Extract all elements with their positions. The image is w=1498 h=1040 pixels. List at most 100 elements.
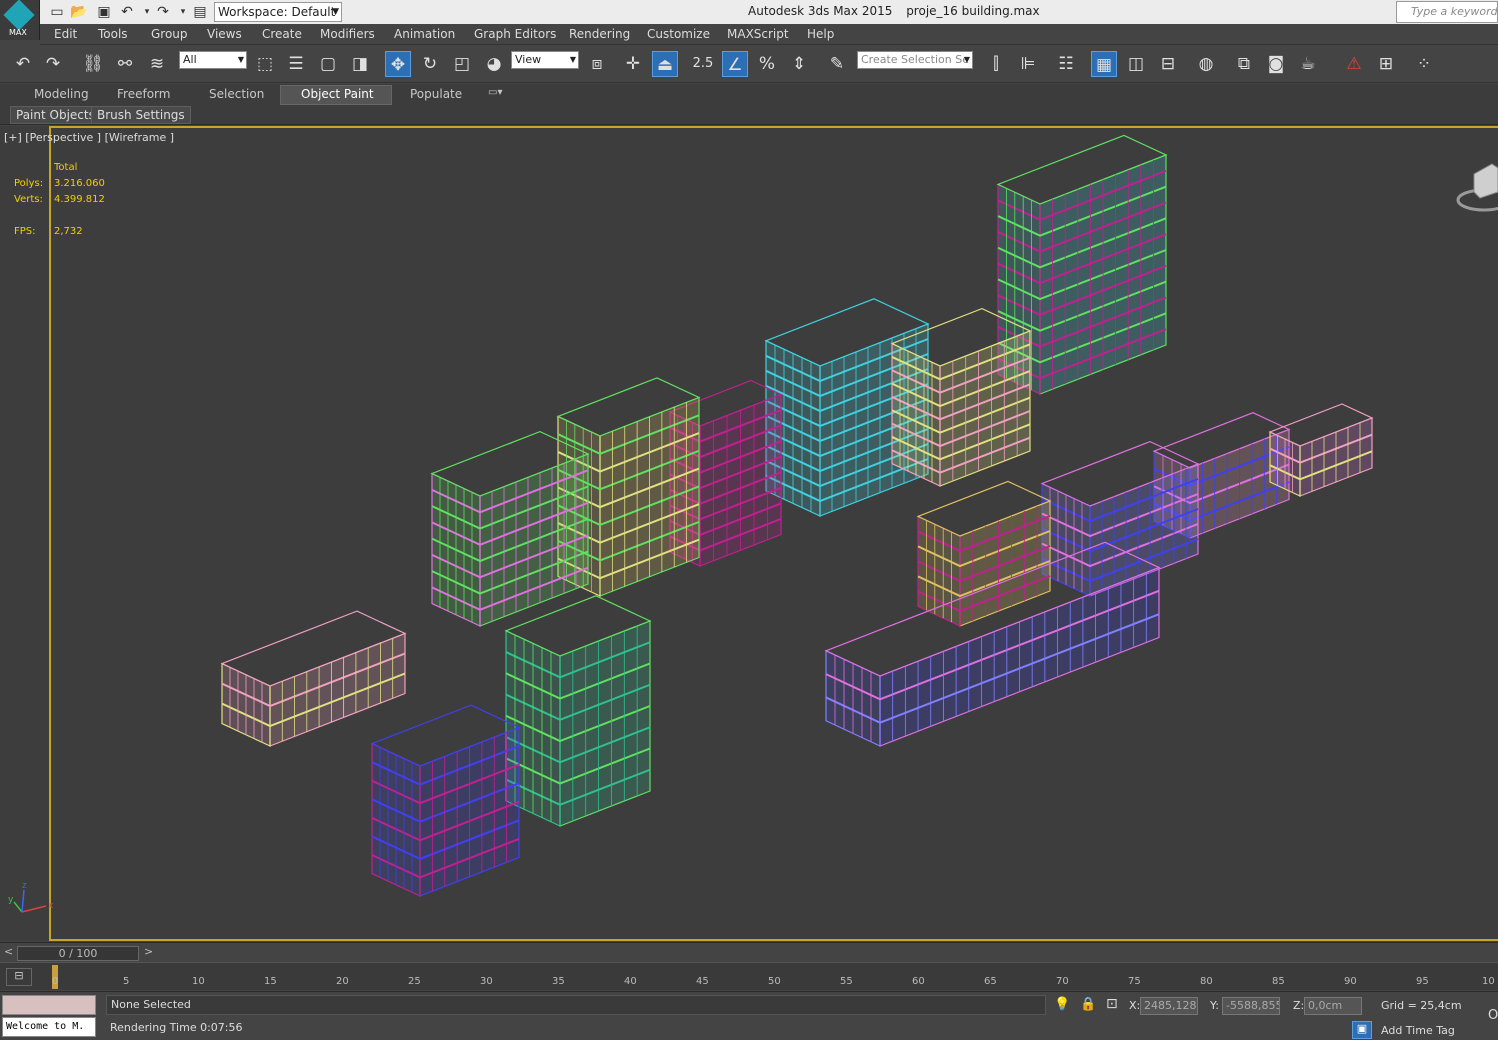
chevron-down-icon: ▼ xyxy=(963,55,970,64)
snaps-toggle-icon[interactable]: 2.5 xyxy=(690,51,716,77)
time-slider[interactable]: 0 / 100 xyxy=(17,946,139,961)
layer-manager-icon[interactable]: ☷ xyxy=(1053,51,1079,77)
render-setup-icon[interactable]: ⧉ xyxy=(1231,51,1257,77)
rendered-frame-window-icon[interactable]: ◙ xyxy=(1263,51,1289,77)
y-coordinate-field[interactable]: -5588,855c xyxy=(1222,997,1280,1015)
menu-help[interactable]: Help xyxy=(807,27,834,41)
tick-label: 15 xyxy=(264,976,277,987)
absolute-mode-transform-icon[interactable]: ⊡ xyxy=(1106,996,1118,1012)
menu-rendering[interactable]: Rendering xyxy=(569,27,630,41)
x-coordinate-field[interactable]: 2485,128c xyxy=(1140,997,1198,1015)
isolate-selection-icon[interactable]: 💡 xyxy=(1054,997,1070,1012)
building-roof-house[interactable] xyxy=(220,610,407,747)
menu-maxscript[interactable]: MAXScript xyxy=(727,27,789,41)
xref-icon[interactable]: ⚠ xyxy=(1341,51,1367,77)
select-and-move-icon[interactable]: ✥ xyxy=(385,51,411,77)
edit-named-selection-icon[interactable]: ✎ xyxy=(824,51,850,77)
render-production-icon[interactable]: ☕ xyxy=(1295,51,1321,77)
brush-settings-panel[interactable]: Brush Settings xyxy=(91,106,191,124)
menu-views[interactable]: Views xyxy=(207,27,242,41)
mini-curve-editor-icon[interactable]: ⊟ xyxy=(6,968,32,986)
wireframe-scene[interactable]: x yz xyxy=(0,126,1498,941)
new-file-icon[interactable]: ▭ xyxy=(48,3,66,21)
spinner-snap-icon[interactable]: ⇕ xyxy=(786,51,812,77)
search-input[interactable]: Type a keyword or xyxy=(1396,1,1498,23)
menu-modifiers[interactable]: Modifiers xyxy=(320,27,375,41)
tab-object-paint[interactable]: Object Paint xyxy=(301,87,374,101)
menu-tools[interactable]: Tools xyxy=(98,27,128,41)
building-orange-grid[interactable] xyxy=(916,480,1052,627)
particle-view-icon[interactable]: ⁘ xyxy=(1411,51,1437,77)
tab-selection[interactable]: Selection xyxy=(209,87,264,101)
redo-icon[interactable]: ↷ xyxy=(40,51,66,77)
ribbon-options-icon[interactable]: ▭▾ xyxy=(488,87,502,98)
time-slider-bar: < 0 / 100 > xyxy=(0,942,1498,962)
selection-lock-icon[interactable]: 🔒 xyxy=(1080,997,1096,1012)
viewport-label[interactable]: [+] [Perspective ] [Wireframe ] xyxy=(4,131,174,144)
next-frame-icon[interactable]: > xyxy=(144,945,153,958)
paint-objects-panel[interactable]: Paint Objects xyxy=(10,106,101,124)
pivot-center-icon[interactable]: ⧈ xyxy=(584,51,610,77)
maxscript-mini-listener-output[interactable] xyxy=(2,995,96,1015)
building-green-front[interactable] xyxy=(504,595,652,827)
manipulate-icon[interactable]: ✛ xyxy=(620,51,646,77)
previous-frame-icon[interactable]: < xyxy=(4,945,13,958)
select-by-name-icon[interactable]: ☰ xyxy=(283,51,309,77)
auto-key-icon[interactable]: O xyxy=(1488,1008,1498,1023)
undo-icon[interactable]: ↶ xyxy=(118,3,136,21)
tick-label: 10 xyxy=(192,976,205,987)
project-folder-icon[interactable]: ▤ xyxy=(191,3,209,21)
z-coordinate-field[interactable]: 0,0cm xyxy=(1304,997,1362,1015)
measure-distance-icon[interactable]: ⊞ xyxy=(1373,51,1399,77)
viewcube[interactable] xyxy=(1456,163,1498,212)
add-time-tag-button[interactable]: Add Time Tag xyxy=(1381,1024,1455,1037)
redo-icon[interactable]: ↷ xyxy=(154,3,172,21)
tab-modeling[interactable]: Modeling xyxy=(34,87,89,101)
open-file-icon[interactable]: 📂 xyxy=(70,3,88,21)
menu-group[interactable]: Group xyxy=(151,27,188,41)
tick-label: 35 xyxy=(552,976,565,987)
placement-icon[interactable]: ◕ xyxy=(481,51,507,77)
bind-space-warp-icon[interactable]: ≋ xyxy=(144,51,170,77)
select-and-link-icon[interactable]: ⛓ xyxy=(80,51,106,77)
unlink-icon[interactable]: ⚯ xyxy=(112,51,138,77)
menu-customize[interactable]: Customize xyxy=(647,27,710,41)
keyboard-shortcut-override-icon[interactable]: ⏏ xyxy=(652,51,678,77)
menu-create[interactable]: Create xyxy=(262,27,302,41)
graphite-ribbon-icon[interactable]: ▦ xyxy=(1091,51,1117,77)
mirror-icon[interactable]: ⫿ xyxy=(983,51,1009,77)
logo-label: MAX xyxy=(9,28,27,37)
menu-edit[interactable]: Edit xyxy=(54,27,77,41)
tab-freeform[interactable]: Freeform xyxy=(117,87,170,101)
app-logo-button[interactable]: MAX xyxy=(0,0,40,40)
time-tag-icon[interactable]: ▣ xyxy=(1352,1021,1372,1039)
select-object-icon[interactable]: ⬚ xyxy=(252,51,278,77)
align-icon[interactable]: ⊫ xyxy=(1015,51,1041,77)
rectangular-selection-icon[interactable]: ▢ xyxy=(315,51,341,77)
schematic-view-icon[interactable]: ⊟ xyxy=(1155,51,1181,77)
building-purple-front[interactable] xyxy=(370,704,521,897)
building-right-small-2[interactable] xyxy=(1268,403,1374,497)
material-editor-icon[interactable]: ◍ xyxy=(1193,51,1219,77)
window-crossing-icon[interactable]: ◨ xyxy=(347,51,373,77)
grid-size: Grid = 25,4cm xyxy=(1381,999,1462,1012)
named-selection-sets-dropdown[interactable]: Create Selection Se ▼ xyxy=(857,51,973,69)
percent-snap-icon[interactable]: % xyxy=(754,51,780,77)
selection-filter-dropdown[interactable]: All ▼ xyxy=(179,51,247,69)
select-and-rotate-icon[interactable]: ↻ xyxy=(417,51,443,77)
reference-coordinate-value: View xyxy=(515,53,542,66)
reference-coordinate-dropdown[interactable]: View ▼ xyxy=(511,51,579,69)
save-icon[interactable]: ▣ xyxy=(95,3,113,21)
track-bar[interactable]: ⊟ 0 5 10 15 20 25 30 35 40 45 50 55 60 6… xyxy=(0,962,1498,990)
tab-populate[interactable]: Populate xyxy=(410,87,462,101)
maxscript-mini-listener-input[interactable]: Welcome to M. xyxy=(2,1017,96,1037)
perspective-viewport[interactable]: x yz [+] [Perspective ] [Wireframe ] Tota… xyxy=(0,126,1498,941)
workspace-dropdown[interactable]: Workspace: Default ▼ xyxy=(214,2,342,22)
redo-dropdown-icon[interactable]: ▾ xyxy=(174,3,192,21)
undo-icon[interactable]: ↶ xyxy=(10,51,36,77)
select-and-scale-icon[interactable]: ◰ xyxy=(449,51,475,77)
menu-graph-editors[interactable]: Graph Editors xyxy=(474,27,556,41)
curve-editor-icon[interactable]: ◫ xyxy=(1123,51,1149,77)
angle-snap-icon[interactable]: ∠ xyxy=(722,51,748,77)
menu-animation[interactable]: Animation xyxy=(394,27,455,41)
